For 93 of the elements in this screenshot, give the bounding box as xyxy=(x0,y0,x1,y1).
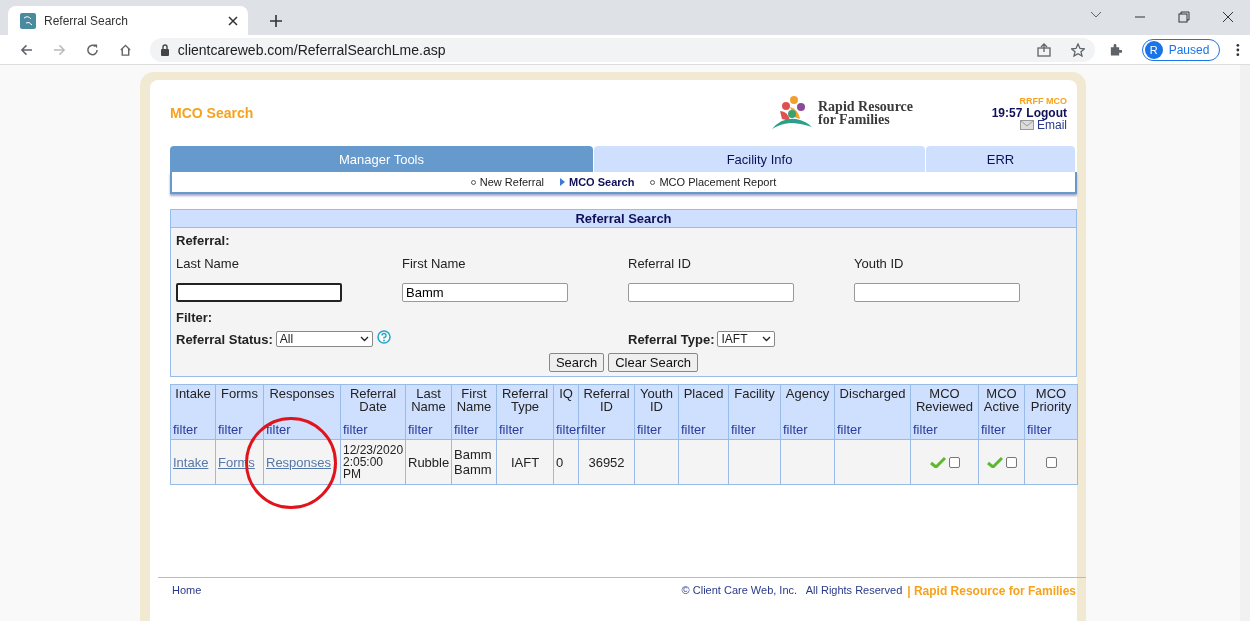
help-icon[interactable] xyxy=(376,330,391,344)
checkbox[interactable] xyxy=(1045,456,1057,468)
logo-text: Rapid Resource xyxy=(818,100,914,113)
home-link[interactable]: Home xyxy=(172,584,202,598)
column-header[interactable]: MCO Active xyxy=(978,384,1025,423)
section-heading: Filter: xyxy=(176,310,214,325)
page-title: MCO Search xyxy=(170,105,255,121)
reload-icon[interactable] xyxy=(85,42,99,57)
subnav-link[interactable]: New Referral xyxy=(479,176,544,188)
chevron-down-icon[interactable] xyxy=(1090,11,1102,19)
column-header[interactable]: Agency xyxy=(780,384,835,423)
text-field[interactable] xyxy=(628,283,794,302)
subnav-link[interactable]: MCO Search xyxy=(569,176,635,188)
back-icon[interactable] xyxy=(20,42,33,57)
column-header[interactable]: Intake xyxy=(170,384,216,423)
favicon-icon xyxy=(20,12,36,29)
table-cell: IAFT xyxy=(496,439,554,485)
table-cell: 36952 xyxy=(578,439,635,485)
filter-link[interactable]: filter xyxy=(634,423,679,440)
home-icon[interactable] xyxy=(118,42,132,57)
caret-icon xyxy=(359,336,369,342)
nav-tab[interactable]: Facility Info xyxy=(594,146,925,172)
checkbox[interactable] xyxy=(948,456,960,468)
lock-icon xyxy=(159,43,170,56)
column-header[interactable]: Referral Type xyxy=(496,384,554,423)
type-dropdown[interactable]: IAFT xyxy=(717,331,776,347)
close-icon[interactable] xyxy=(1222,11,1234,23)
close-icon[interactable] xyxy=(228,15,238,26)
filter-link[interactable]: filter xyxy=(780,423,835,440)
field-label: Referral ID xyxy=(628,256,692,271)
copyright-text: © Client Care Web, Inc. All Rights Reserved xyxy=(681,584,903,598)
restore-icon[interactable] xyxy=(1178,11,1190,23)
column-header[interactable]: Referral ID xyxy=(578,384,635,423)
search-button[interactable]: Search xyxy=(548,353,605,372)
filter-link[interactable]: filter xyxy=(405,423,452,440)
column-header[interactable]: MCO Reviewed xyxy=(910,384,979,423)
filter-link[interactable]: filter xyxy=(340,423,406,440)
status-dropdown[interactable]: All xyxy=(275,331,373,347)
filter-link[interactable]: filter xyxy=(1024,423,1078,440)
email-link[interactable]: Email xyxy=(1037,119,1067,131)
filter-link[interactable]: filter xyxy=(728,423,781,440)
filter-link[interactable]: filter xyxy=(678,423,729,440)
clock-time: 19:57 xyxy=(991,107,1023,119)
checkbox[interactable] xyxy=(1005,456,1017,468)
section-heading: Referral: xyxy=(176,233,231,248)
field-label: Last Name xyxy=(176,256,240,271)
field-label: Referral Type: xyxy=(628,331,715,347)
column-header[interactable]: IQ xyxy=(553,384,579,423)
logout-link[interactable]: Logout xyxy=(1026,107,1067,119)
clear-button[interactable]: Clear Search xyxy=(608,353,699,372)
column-header[interactable]: Facility xyxy=(728,384,781,423)
filter-link[interactable]: filter xyxy=(215,423,264,440)
share-icon[interactable] xyxy=(1036,42,1051,57)
avatar-initial: R xyxy=(1144,40,1163,59)
subnav-link[interactable]: MCO Placement Report xyxy=(659,176,777,188)
filter-link[interactable]: filter xyxy=(496,423,554,440)
filter-link[interactable]: filter xyxy=(451,423,497,440)
extension-icon[interactable] xyxy=(1108,42,1122,57)
logo-figures-icon xyxy=(770,95,814,131)
filter-link[interactable]: filter xyxy=(834,423,911,440)
field-label: Youth ID xyxy=(854,256,905,271)
text-field[interactable]: Bamm xyxy=(402,283,568,302)
browser-tab[interactable]: Referral Search xyxy=(8,6,248,35)
user-name: RRFF MCO xyxy=(1019,95,1067,107)
panel-title: Referral Search xyxy=(171,210,1076,228)
nav-tab[interactable]: ERR xyxy=(926,146,1075,172)
text-field[interactable] xyxy=(854,283,1020,302)
column-header[interactable]: Youth ID xyxy=(634,384,679,423)
column-header[interactable]: Responses xyxy=(263,384,341,423)
filter-link[interactable]: filter xyxy=(978,423,1025,440)
scrollbar[interactable] xyxy=(1240,65,1250,621)
column-header[interactable]: Forms xyxy=(215,384,264,423)
column-header[interactable]: Referral Date xyxy=(340,384,406,423)
new-tab-icon[interactable] xyxy=(270,15,282,27)
address-bar[interactable]: clientcareweb.com/ReferralSearchLme.asp xyxy=(149,37,1095,62)
field-label: Referral Status: xyxy=(176,331,273,347)
text-field[interactable] xyxy=(176,283,342,302)
menu-icon[interactable] xyxy=(1236,42,1241,57)
table-cell: 12/23/2020 2:05:00 PM xyxy=(340,439,406,485)
column-header[interactable]: First Name xyxy=(451,384,497,423)
table-cell: Bamm Bamm xyxy=(451,439,497,485)
filter-link[interactable]: filter xyxy=(910,423,979,440)
field-label: First Name xyxy=(402,256,467,271)
caret-icon xyxy=(762,336,772,342)
filter-link[interactable]: filter xyxy=(263,423,341,440)
star-icon[interactable] xyxy=(1070,42,1085,57)
filter-link[interactable]: filter xyxy=(170,423,216,440)
logo-text: for Families xyxy=(818,113,891,126)
column-header[interactable]: Discharged xyxy=(834,384,911,423)
column-header[interactable]: MCO Priority xyxy=(1024,384,1078,423)
table-cell: Rubble xyxy=(405,439,452,485)
column-header[interactable]: Placed xyxy=(678,384,729,423)
column-header[interactable]: Last Name xyxy=(405,384,452,423)
